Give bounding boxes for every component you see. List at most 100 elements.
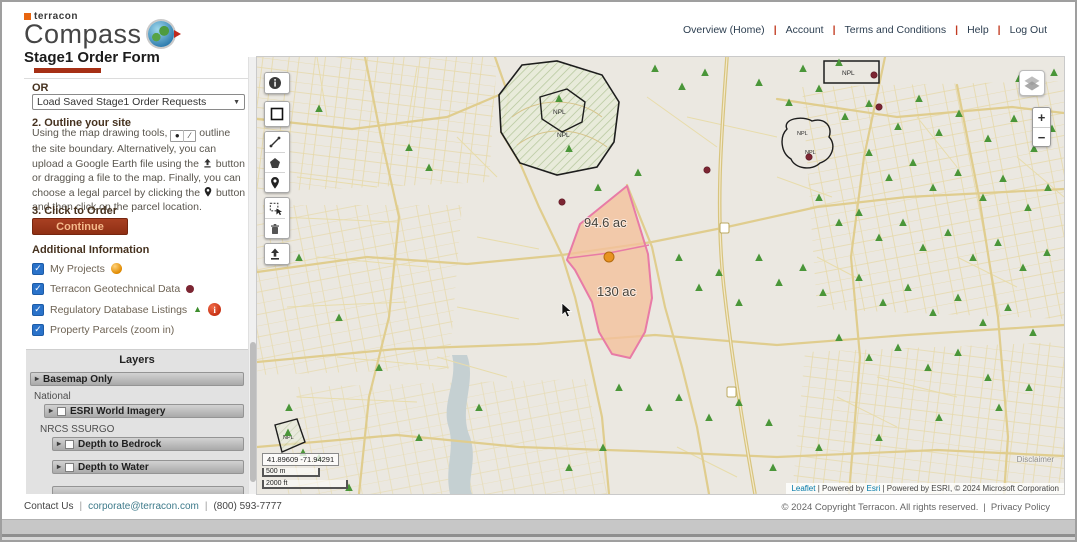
- nav-separator: |: [955, 24, 959, 36]
- nav-help[interactable]: Help: [967, 24, 989, 36]
- polygon-draw-icon: [270, 157, 280, 168]
- privacy-policy-link[interactable]: Privacy Policy: [991, 502, 1050, 513]
- app-logo[interactable]: terracon Compass: [24, 11, 181, 49]
- rectangle-draw-icon: [270, 107, 284, 121]
- continue-button[interactable]: Continue: [32, 218, 128, 235]
- my-projects-checkbox[interactable]: ✓: [32, 262, 44, 275]
- attribution-tail: | Powered by ESRI, © 2024 Microsoft Corp…: [882, 484, 1060, 493]
- step2-instructions: Using the map drawing tools, ● ∕ outline …: [32, 126, 247, 215]
- expander-icon[interactable]: ▸: [35, 375, 39, 383]
- layer-depth-to-water[interactable]: ▸ Depth to Water: [52, 460, 244, 474]
- nav-log-out[interactable]: Log Out: [1010, 24, 1047, 36]
- footer-separator: |: [79, 501, 83, 512]
- title-accent-bar: [34, 68, 101, 73]
- water-layer-checkbox[interactable]: [65, 462, 75, 472]
- layers-panel: Layers ▸ Basemap Only National ▸ ESRI Wo…: [26, 349, 248, 494]
- npl-area[interactable]: NPL NPL: [498, 60, 620, 176]
- disclaimer-link[interactable]: Disclaimer: [1017, 455, 1054, 464]
- scale-bar-metric: 500 m: [262, 468, 320, 477]
- line-tool-inline-icon: ∕: [183, 130, 195, 143]
- checkbox-row-geotechnical: ✓ Terracon Geotechnical Data: [32, 281, 195, 296]
- parcel-area-label-2: 130 ac: [597, 284, 637, 299]
- rectangle-tool-group: [264, 101, 290, 127]
- geotechnical-label: Terracon Geotechnical Data: [50, 282, 181, 295]
- expander-icon[interactable]: ▸: [49, 407, 53, 415]
- footer-separator: |: [204, 501, 208, 512]
- npl-area-label: NPL: [553, 109, 566, 116]
- expander-icon[interactable]: ▸: [57, 440, 61, 448]
- layer-basemap-only[interactable]: ▸ Basemap Only: [30, 372, 244, 386]
- map-info-button[interactable]: [265, 73, 285, 93]
- layer-depth-to-bedrock[interactable]: ▸ Depth to Bedrock: [52, 437, 244, 451]
- dot-tool-icon: ●: [174, 131, 180, 140]
- layer-esri-label: ESRI World Imagery: [70, 405, 166, 417]
- regulatory-info-icon[interactable]: i: [208, 303, 222, 316]
- scale-bar-imperial: 2000 ft: [262, 480, 348, 489]
- esri-layer-checkbox[interactable]: [57, 406, 67, 416]
- info-tool-group: [264, 72, 290, 94]
- checkbox-row-regulatory: ✓ Regulatory Database Listings ▲ i: [32, 302, 222, 317]
- layer-bedrock-label: Depth to Bedrock: [78, 438, 162, 450]
- upload-inline-icon: [204, 158, 211, 168]
- zoom-in-button[interactable]: +: [1033, 108, 1050, 127]
- zoom-out-button[interactable]: −: [1033, 127, 1050, 146]
- bedrock-layer-checkbox[interactable]: [65, 439, 75, 449]
- parcels-checkbox[interactable]: ✓: [32, 323, 44, 336]
- cursor-coordinates: 41.89609 -71.94291: [262, 453, 340, 466]
- info-icon: [269, 77, 281, 89]
- nav-overview-home[interactable]: Overview (Home): [683, 24, 765, 36]
- map-basemap: NPL NPL NPL NPL NPL NPL 94.6 ac 130 ac: [257, 57, 1064, 494]
- sidebar-scrollbar-thumb[interactable]: [250, 342, 256, 482]
- parcel-center-marker-icon[interactable]: [603, 251, 615, 263]
- layers-icon: [1024, 76, 1040, 91]
- compass-globe-icon: [147, 21, 181, 47]
- or-label: OR: [32, 82, 49, 94]
- leaflet-link[interactable]: Leaflet: [791, 484, 815, 493]
- expander-icon[interactable]: ▸: [57, 463, 61, 471]
- geotechnical-checkbox[interactable]: ✓: [32, 282, 44, 295]
- upload-file-button[interactable]: [265, 244, 285, 264]
- layer-group-national: National: [34, 391, 71, 402]
- compass-product-name: Compass: [24, 19, 142, 49]
- footer-contact: Contact Us | corporate@terracon.com | (8…: [24, 501, 282, 512]
- esri-link[interactable]: Esri: [866, 484, 880, 493]
- sidebar-scrollbar[interactable]: [248, 57, 257, 494]
- basemap-switcher-button[interactable]: [1019, 70, 1045, 96]
- parcel-area-label-1: 94.6 ac: [584, 215, 627, 230]
- map-attribution: Leaflet | Powered by Esri | Powered by E…: [786, 483, 1064, 494]
- delete-shape-button[interactable]: [265, 218, 285, 238]
- draw-polyline-button[interactable]: [265, 132, 285, 152]
- select-parcel-button[interactable]: [265, 172, 285, 192]
- contact-us-link[interactable]: Contact Us: [24, 501, 73, 512]
- layer-basemap-label: Basemap Only: [43, 373, 113, 385]
- nav-account[interactable]: Account: [786, 24, 824, 36]
- step2-text-1: Using the map drawing tools,: [32, 127, 168, 139]
- layer-bar-partial[interactable]: [52, 486, 244, 494]
- checkbox-row-parcels: ✓ Property Parcels (zoom in): [32, 322, 174, 337]
- draw-tool-group: [264, 131, 290, 193]
- sidebar-divider: [24, 78, 248, 79]
- nav-terms-and-conditions[interactable]: Terms and Conditions: [845, 24, 947, 36]
- nav-separator: |: [832, 24, 836, 36]
- regulatory-label: Regulatory Database Listings: [50, 303, 188, 316]
- footer-legal: © 2024 Copyright Terracon. All rights re…: [781, 502, 1050, 513]
- layer-esri-world-imagery[interactable]: ▸ ESRI World Imagery: [44, 404, 244, 418]
- draw-rectangle-button[interactable]: [265, 102, 289, 126]
- bottom-strip-line: [2, 537, 1075, 540]
- contact-email-link[interactable]: corporate@terracon.com: [88, 501, 199, 512]
- upload-tool-group: [264, 243, 290, 265]
- edit-shape-button[interactable]: [265, 198, 285, 218]
- load-saved-select[interactable]: Load Saved Stage1 Order Requests ▼: [32, 94, 245, 110]
- map-canvas[interactable]: NPL NPL NPL NPL NPL NPL 94.6 ac 130 ac +…: [256, 56, 1065, 495]
- highway-shield-icon: [719, 222, 730, 234]
- geotechnical-dot-icon: [186, 284, 195, 293]
- map-zoom-control: + −: [1032, 107, 1051, 147]
- upload-icon: [271, 248, 279, 260]
- page-title: Stage1 Order Form: [24, 49, 160, 66]
- npl-area-label: NPL: [557, 132, 570, 139]
- layer-water-label: Depth to Water: [78, 461, 149, 473]
- map-drawing-toolbar: [264, 72, 290, 265]
- regulatory-checkbox[interactable]: ✓: [32, 303, 44, 316]
- attribution-text: | Powered by: [817, 484, 865, 493]
- draw-polygon-button[interactable]: [265, 152, 285, 172]
